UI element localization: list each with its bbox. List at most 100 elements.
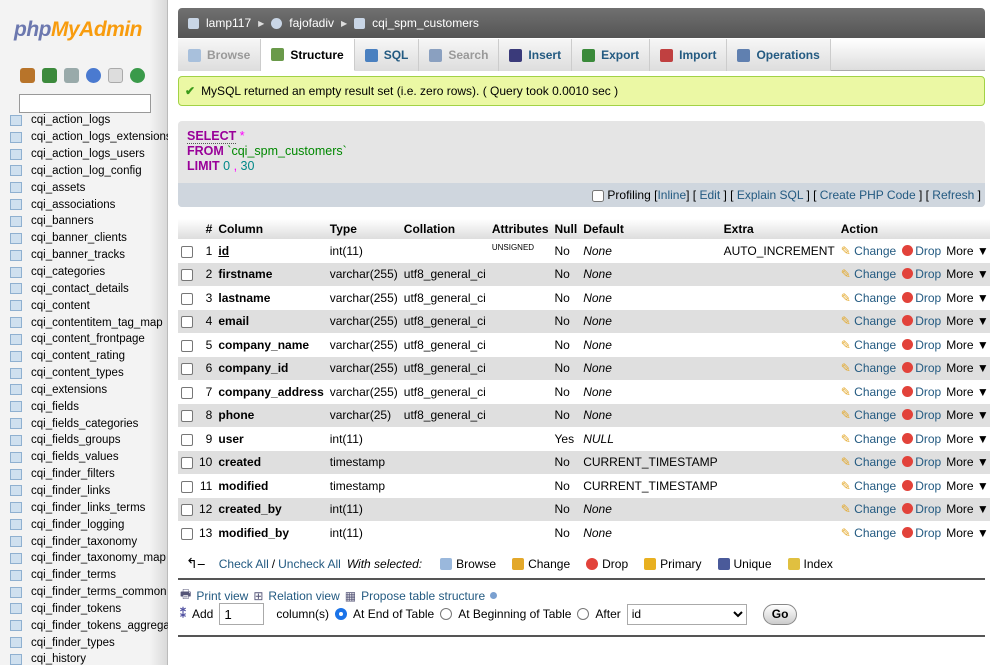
tab-search[interactable]: Search (419, 39, 500, 71)
explain-sql-link[interactable]: Explain SQL (737, 188, 803, 202)
table-icon[interactable] (10, 502, 22, 514)
sidebar-table-item[interactable]: cqi_contentitem_tag_map (10, 314, 168, 331)
tab-operations[interactable]: Operations (727, 39, 831, 71)
table-icon[interactable] (10, 569, 22, 581)
more-dropdown[interactable]: More ▼ (946, 314, 989, 328)
change-link[interactable]: Change (854, 502, 896, 516)
table-link[interactable]: cqi_finder_terms_common (31, 586, 167, 598)
table-link[interactable]: cqi_action_log_config (31, 165, 142, 177)
table-link[interactable]: cqi_contentitem_tag_map (31, 317, 163, 329)
table-link[interactable]: cqi_categories (31, 266, 105, 278)
table-icon[interactable] (10, 283, 22, 295)
change-link[interactable]: Change (854, 432, 896, 446)
table-icon[interactable] (10, 266, 22, 278)
sidebar-table-item[interactable]: cqi_associations (10, 196, 168, 213)
at-end-radio[interactable] (335, 608, 348, 620)
table-icon[interactable] (10, 519, 22, 531)
row-checkbox[interactable] (181, 245, 193, 258)
column-name[interactable]: email (215, 309, 327, 333)
more-dropdown[interactable]: More ▼ (946, 267, 989, 281)
relation-view-link[interactable]: Relation view (268, 589, 339, 603)
sidebar-table-item[interactable]: cqi_banner_tracks (10, 247, 168, 264)
more-dropdown[interactable]: More ▼ (946, 432, 989, 446)
breadcrumb-table[interactable]: cqi_spm_customers (372, 16, 479, 30)
table-link[interactable]: cqi_action_logs_users (31, 148, 145, 160)
change-link[interactable]: Change (854, 455, 896, 469)
table-link[interactable]: cqi_finder_terms (31, 569, 116, 581)
table-link[interactable]: cqi_finder_tokens_aggregate (31, 620, 168, 632)
table-icon[interactable] (10, 249, 22, 261)
home-icon[interactable] (20, 68, 35, 83)
column-name[interactable]: phone (215, 403, 327, 427)
row-checkbox[interactable] (181, 504, 193, 517)
sidebar-table-item[interactable]: cqi_content_frontpage (10, 331, 168, 348)
print-view-link[interactable]: Print view (196, 589, 248, 603)
query-window-icon[interactable] (64, 68, 79, 83)
bulk-unique-button[interactable]: Unique (734, 557, 772, 571)
sidebar-table-item[interactable]: cqi_finder_links_terms (10, 499, 168, 516)
sidebar-table-item[interactable]: cqi_action_logs (10, 112, 168, 129)
more-dropdown[interactable]: More ▼ (946, 455, 989, 469)
propose-table-structure-link[interactable]: Propose table structure (361, 589, 485, 603)
breadcrumb-database[interactable]: fajofadiv (289, 16, 334, 30)
table-link[interactable]: cqi_action_logs_extensions (31, 131, 168, 143)
table-icon[interactable] (10, 637, 22, 649)
table-link[interactable]: cqi_contact_details (31, 283, 129, 295)
table-link[interactable]: cqi_content_rating (31, 350, 125, 362)
table-link[interactable]: cqi_extensions (31, 384, 107, 396)
table-icon[interactable] (10, 114, 22, 126)
sidebar-table-item[interactable]: cqi_banner_clients (10, 230, 168, 247)
table-link[interactable]: cqi_finder_taxonomy_map (31, 552, 166, 564)
column-name[interactable]: user (215, 427, 327, 451)
more-dropdown[interactable]: More ▼ (946, 244, 989, 258)
drop-link[interactable]: Drop (915, 385, 941, 399)
drop-link[interactable]: Drop (915, 432, 941, 446)
drop-link[interactable]: Drop (915, 267, 941, 281)
table-link[interactable]: cqi_fields_values (31, 451, 119, 463)
sidebar-table-item[interactable]: cqi_categories (10, 264, 168, 281)
table-icon[interactable] (10, 401, 22, 413)
column-name[interactable]: modified (215, 474, 327, 498)
sidebar-table-item[interactable]: cqi_content (10, 297, 168, 314)
drop-link[interactable]: Drop (915, 361, 941, 375)
table-icon[interactable] (10, 485, 22, 497)
sidebar-table-item[interactable]: cqi_action_logs_extensions (10, 129, 168, 146)
table-icon[interactable] (10, 131, 22, 143)
drop-link[interactable]: Drop (915, 455, 941, 469)
drop-link[interactable]: Drop (915, 338, 941, 352)
table-icon[interactable] (10, 536, 22, 548)
row-checkbox[interactable] (181, 269, 193, 282)
change-link[interactable]: Change (854, 267, 896, 281)
change-link[interactable]: Change (854, 314, 896, 328)
table-link[interactable]: cqi_finder_logging (31, 519, 124, 531)
drop-link[interactable]: Drop (915, 479, 941, 493)
more-dropdown[interactable]: More ▼ (946, 479, 989, 493)
table-icon[interactable] (10, 603, 22, 615)
sidebar-table-item[interactable]: cqi_finder_filters (10, 466, 168, 483)
column-name[interactable]: created_by (215, 497, 327, 521)
column-name[interactable]: company_name (215, 333, 327, 357)
column-name[interactable]: modified_by (215, 521, 327, 545)
sidebar-table-item[interactable]: cqi_fields (10, 398, 168, 415)
sidebar-table-item[interactable]: cqi_finder_terms_common (10, 584, 168, 601)
table-filter-input[interactable] (19, 94, 151, 113)
sidebar-table-item[interactable]: cqi_assets (10, 179, 168, 196)
row-checkbox[interactable] (181, 527, 193, 540)
table-icon[interactable] (10, 215, 22, 227)
more-dropdown[interactable]: More ▼ (946, 291, 989, 305)
tab-import[interactable]: Import (650, 39, 728, 71)
row-checkbox[interactable] (181, 410, 193, 423)
reload-icon[interactable] (130, 68, 145, 83)
sidebar-table-item[interactable]: cqi_fields_values (10, 449, 168, 466)
column-name[interactable]: firstname (215, 262, 327, 286)
row-checkbox[interactable] (181, 386, 193, 399)
sidebar-table-item[interactable]: cqi_finder_terms (10, 567, 168, 584)
column-name[interactable]: company_address (215, 380, 327, 404)
table-link[interactable]: cqi_content_frontpage (31, 333, 145, 345)
breadcrumb-server[interactable]: lamp117 (206, 16, 251, 30)
check-all-link[interactable]: Check All (219, 557, 269, 571)
more-dropdown[interactable]: More ▼ (946, 385, 989, 399)
more-dropdown[interactable]: More ▼ (946, 502, 989, 516)
help-icon[interactable] (490, 592, 498, 599)
bulk-change-button[interactable]: Change (528, 557, 570, 571)
